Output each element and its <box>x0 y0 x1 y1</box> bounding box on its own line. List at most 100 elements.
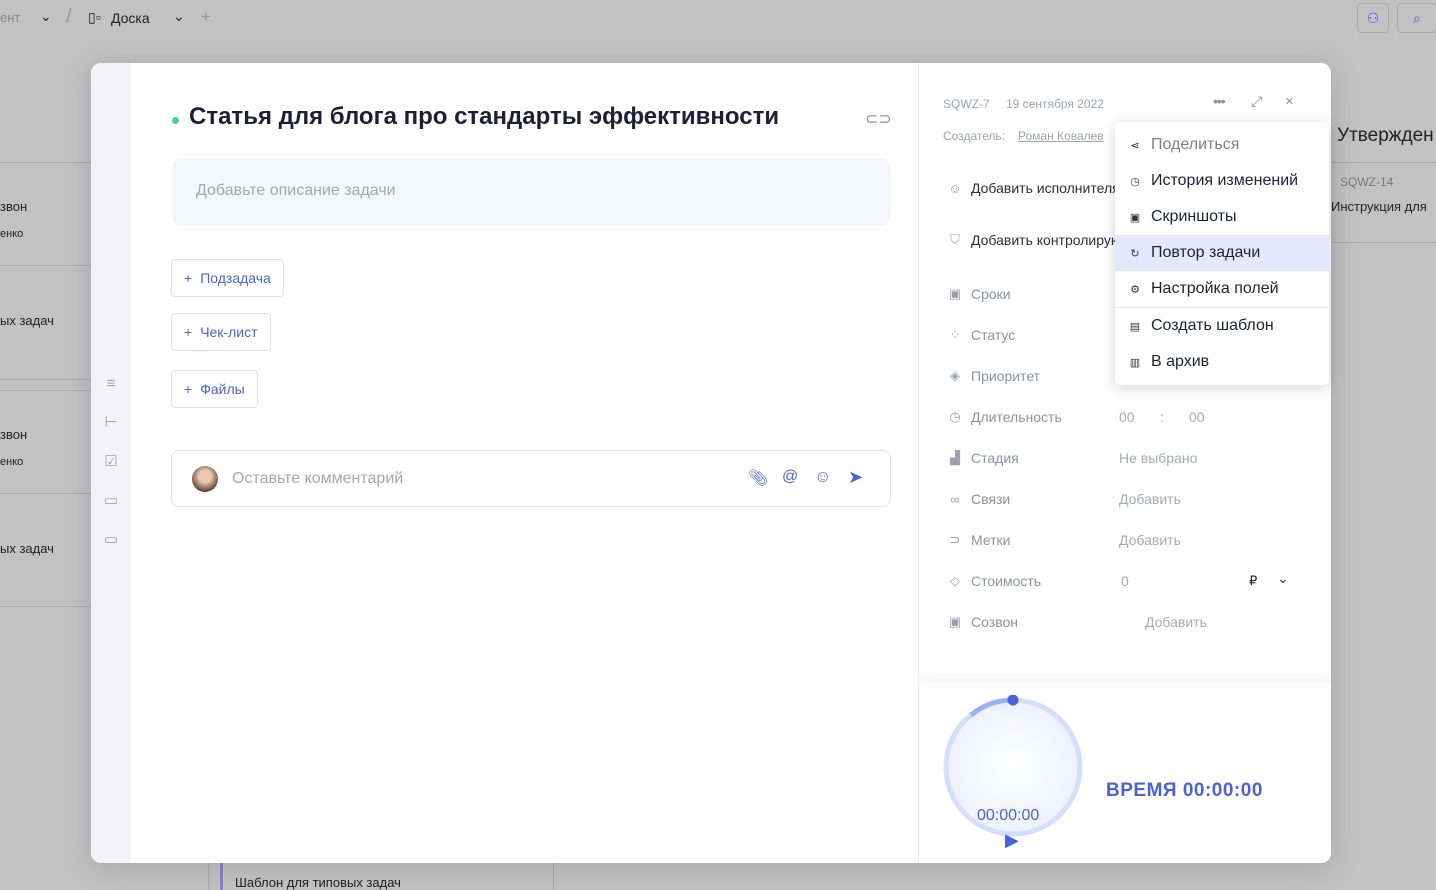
comments-icon[interactable]: ▭ <box>101 530 121 550</box>
price-tag-icon: ◇ <box>950 573 960 588</box>
status-dot <box>172 117 179 124</box>
clock-icon: ◷ <box>949 409 961 424</box>
folder-icon[interactable]: ▭ <box>101 491 121 511</box>
button-label: Файлы <box>200 381 245 397</box>
close-icon[interactable]: × <box>1285 93 1294 110</box>
expand-icon[interactable]: ⤢ <box>1251 93 1262 110</box>
calendar-icon: ▣ <box>948 286 962 301</box>
breadcrumb-project[interactable]: ент <box>0 10 20 25</box>
history-icon: ◷ <box>1130 175 1140 188</box>
field-call[interactable]: ▣ Созвон <box>947 614 1018 630</box>
section-nav: ≡ ⊢ ☑ ▭ ▭ <box>91 63 131 863</box>
search-button[interactable]: ⌕ <box>1397 3 1436 33</box>
status-icon: ⁘ <box>949 327 961 342</box>
menu-item-field-settings[interactable]: ⚙ Настройка полей <box>1115 271 1329 307</box>
menu-item-history[interactable]: ◷ История изменений <box>1115 163 1329 199</box>
mention-icon[interactable]: @ <box>782 468 798 486</box>
label: Настройка полей <box>1151 280 1279 297</box>
label: Добавить исполнителя <box>971 180 1120 196</box>
share-icon: ⋖ <box>1130 139 1140 152</box>
field-duration[interactable]: ◷ Длительность <box>947 409 1062 425</box>
users-icon: ⚇ <box>1366 9 1380 26</box>
creator-link[interactable]: Роман Ковалев <box>1018 129 1104 143</box>
column-title: Утвержден <box>1337 125 1434 146</box>
label: Длительность <box>971 409 1062 425</box>
play-icon[interactable]: ▶ <box>1005 830 1019 851</box>
field-deadline[interactable]: ▣ Сроки <box>947 286 1011 302</box>
emoji-icon[interactable]: ☺ <box>814 467 831 487</box>
calendar-icon: ▣ <box>948 614 962 629</box>
send-icon[interactable]: ➤ <box>848 467 863 488</box>
stage-value[interactable]: Не выбрано <box>1119 450 1197 466</box>
description-icon[interactable]: ≡ <box>101 374 121 394</box>
card-id: SQWZ-14 <box>1340 175 1394 189</box>
attach-icon[interactable]: 📎︎ <box>748 468 768 488</box>
add-subtask-button[interactable]: + Подзадача <box>171 259 284 297</box>
link-icon[interactable]: ⊂⊃ <box>865 109 892 129</box>
links-value[interactable]: Добавить <box>1119 491 1181 507</box>
comment-box[interactable]: Оставьте комментарий 📎︎ @ ☺ ➤ <box>171 450 891 507</box>
cost-input[interactable]: 0 <box>1121 573 1129 589</box>
chevron-down-icon[interactable]: ⌄ <box>173 8 185 25</box>
menu-item-archive[interactable]: ▥ В архив <box>1115 344 1329 380</box>
bars-icon: ▟ <box>950 450 960 465</box>
label: Создать шаблон <box>1151 317 1274 334</box>
chevron-down-icon[interactable]: ⌄ <box>40 8 52 25</box>
task-title[interactable]: Статья для блога про стандарты эффективн… <box>189 103 779 131</box>
priority-icon: ◈ <box>950 368 960 383</box>
search-icon: ⌕ <box>1413 9 1421 26</box>
card-text: енко <box>0 228 24 240</box>
label: Скриншоты <box>1151 208 1237 225</box>
call-value[interactable]: Добавить <box>1145 614 1207 630</box>
duration-separator: : <box>1160 409 1164 425</box>
label: Сроки <box>971 286 1011 302</box>
field-cost[interactable]: ◇ Стоимость <box>947 573 1041 589</box>
card-text: ых задач <box>0 313 54 328</box>
label: Стоимость <box>971 573 1042 589</box>
menu-item-share[interactable]: ⋖ Поделиться <box>1115 127 1329 163</box>
card-text: звон <box>0 427 28 442</box>
add-view-button[interactable]: + <box>201 7 211 27</box>
board-icon: ▯▫ <box>88 9 101 25</box>
repeat-icon: ↻ <box>1130 247 1140 260</box>
menu-item-repeat[interactable]: ↻ Повтор задачи <box>1115 235 1329 271</box>
members-button[interactable]: ⚇ <box>1357 3 1389 33</box>
add-files-button[interactable]: + Файлы <box>171 370 258 408</box>
tags-value[interactable]: Добавить <box>1119 532 1181 548</box>
comment-input[interactable]: Оставьте комментарий <box>232 470 403 488</box>
description-input[interactable]: Добавьте описание задачи <box>171 158 891 226</box>
currency-select[interactable]: ₽ <box>1249 573 1257 589</box>
menu-item-screenshots[interactable]: ▣ Скриншоты <box>1115 199 1329 235</box>
menu-item-create-template[interactable]: ▤ Создать шаблон <box>1115 308 1329 344</box>
label: Статус <box>971 327 1016 343</box>
add-checklist-button[interactable]: + Чек-лист <box>171 313 271 351</box>
avatar <box>192 466 218 492</box>
duration-hours[interactable]: 00 <box>1119 409 1135 425</box>
breadcrumb-separator: / <box>66 6 72 28</box>
label: Стадия <box>971 450 1019 466</box>
checklist-icon[interactable]: ☑ <box>101 452 121 472</box>
field-priority[interactable]: ◈ Приоритет <box>947 368 1040 384</box>
chevron-down-icon[interactable]: ⌄ <box>1277 570 1289 587</box>
card-title[interactable]: Шаблон для типовых задач <box>235 875 401 890</box>
task-id: SQWZ-7 <box>943 97 990 111</box>
label: Созвон <box>971 614 1018 630</box>
label: Приоритет <box>971 368 1041 384</box>
image-icon: ▣ <box>1129 211 1141 224</box>
save-icon: ▤ <box>1129 320 1141 333</box>
more-icon[interactable]: ••• <box>1213 93 1226 109</box>
field-status[interactable]: ⁘ Статус <box>947 327 1016 343</box>
field-tags[interactable]: ⊃ Метки <box>947 532 1011 548</box>
field-stage[interactable]: ▟ Стадия <box>947 450 1019 466</box>
plus-icon: + <box>184 381 193 397</box>
link-icon: ∞ <box>950 491 960 507</box>
card-title[interactable]: Инструкция для <box>1331 199 1427 214</box>
duration-minutes[interactable]: 00 <box>1189 409 1205 425</box>
field-links[interactable]: ∞ Связи <box>947 491 1010 507</box>
label: История изменений <box>1151 172 1299 189</box>
breadcrumb-board[interactable]: Доска <box>111 10 150 26</box>
subtasks-icon[interactable]: ⊢ <box>101 413 121 433</box>
timer-handle[interactable] <box>1007 695 1019 706</box>
card-text: ых задач <box>0 541 54 556</box>
add-assignee[interactable]: ☺ Добавить исполнителя <box>947 180 1120 196</box>
